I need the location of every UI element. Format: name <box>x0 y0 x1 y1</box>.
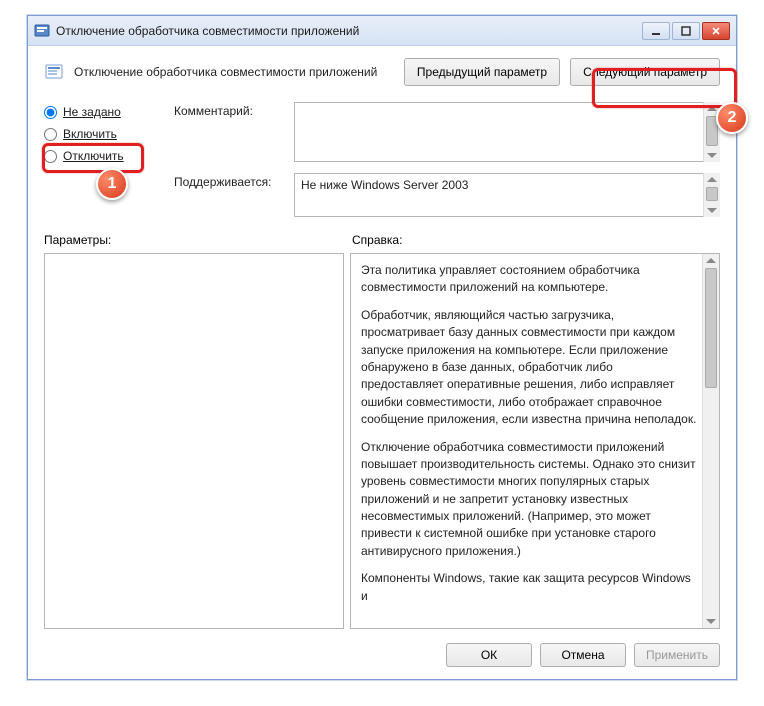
content-area: Отключение обработчика совместимости при… <box>28 46 736 679</box>
help-panel[interactable]: Эта политика управляет состоянием обрабо… <box>350 253 720 629</box>
scrollbar[interactable] <box>703 102 720 162</box>
help-label: Справка: <box>352 233 402 247</box>
supported-label: Поддерживается: <box>174 173 284 189</box>
ok-button[interactable]: ОК <box>446 643 532 667</box>
close-button[interactable] <box>702 22 730 40</box>
help-p4: Компоненты Windows, такие как защита рес… <box>361 570 697 605</box>
scrollbar[interactable] <box>702 254 719 628</box>
cancel-button[interactable]: Отмена <box>540 643 626 667</box>
window-title: Отключение обработчика совместимости при… <box>56 24 642 38</box>
params-panel <box>44 253 344 629</box>
comment-input[interactable] <box>294 102 720 162</box>
titlebar[interactable]: Отключение обработчика совместимости при… <box>28 16 736 46</box>
radio-disabled-label[interactable]: Отключить <box>63 149 124 163</box>
policy-title: Отключение обработчика совместимости при… <box>74 65 394 79</box>
apply-button[interactable]: Применить <box>634 643 720 667</box>
supported-text: Не ниже Windows Server 2003 <box>294 173 720 217</box>
radio-enabled[interactable] <box>44 128 57 141</box>
maximize-button[interactable] <box>672 22 700 40</box>
radio-disabled[interactable] <box>44 150 57 163</box>
params-label: Параметры: <box>44 233 352 247</box>
prev-setting-button[interactable]: Предыдущий параметр <box>404 58 560 86</box>
app-icon <box>34 23 50 39</box>
minimize-button[interactable] <box>642 22 670 40</box>
radio-enabled-label[interactable]: Включить <box>63 127 117 141</box>
help-p1: Эта политика управляет состоянием обрабо… <box>361 262 697 297</box>
help-p3: Отключение обработчика совместимости при… <box>361 439 697 561</box>
radio-not-configured[interactable] <box>44 106 57 119</box>
radio-not-configured-label[interactable]: Не задано <box>63 105 121 119</box>
comment-label: Комментарий: <box>174 102 284 118</box>
scrollbar[interactable] <box>703 173 720 217</box>
next-setting-button[interactable]: Следующий параметр <box>570 58 720 86</box>
policy-icon <box>44 62 64 82</box>
state-radios: Не задано Включить Отключить <box>44 102 164 217</box>
policy-dialog: Отключение обработчика совместимости при… <box>27 15 737 680</box>
help-p2: Обработчик, являющийся частью загрузчика… <box>361 307 697 429</box>
